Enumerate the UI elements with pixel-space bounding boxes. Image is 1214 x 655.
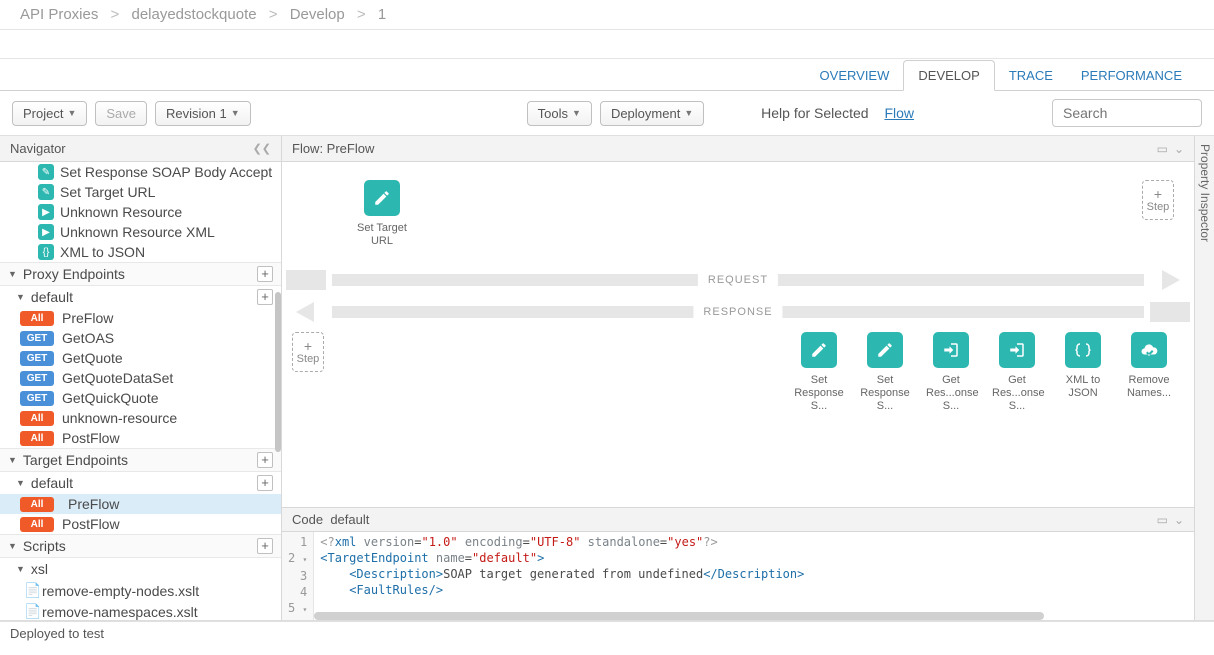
json-icon — [1065, 332, 1101, 368]
add-target-endpoint[interactable]: + — [257, 452, 273, 468]
code-text[interactable]: <?xml version="1.0" encoding="UTF-8" sta… — [314, 532, 1194, 620]
flow-step[interactable]: Set Response S... — [860, 332, 910, 414]
tab-trace[interactable]: TRACE — [995, 61, 1067, 90]
proxy-endpoints-section[interactable]: ▼Proxy Endpoints+ — [0, 262, 281, 286]
arrow-right-icon — [1162, 270, 1180, 290]
policy-item[interactable]: ✎Set Response SOAP Body Accept — [0, 162, 281, 182]
flow-step[interactable]: XML to JSON — [1058, 332, 1108, 414]
policy-item[interactable]: ▶Unknown Resource XML — [0, 222, 281, 242]
flow-step[interactable]: Get Res...onse S... — [926, 332, 976, 414]
breadcrumb-item[interactable]: delayedstockquote — [131, 6, 256, 23]
chevron-down-icon[interactable]: ⌄ — [1174, 142, 1184, 156]
add-script[interactable]: + — [257, 538, 273, 554]
flow-canvas: Flow: PreFlow ▭⌄ Set Target URL +Step RE… — [282, 136, 1194, 620]
layout-icon[interactable]: ▭ — [1157, 513, 1168, 527]
policy-icon: ▶ — [38, 224, 54, 240]
policy-icon: {} — [38, 244, 54, 260]
project-dropdown[interactable]: Project▼ — [12, 101, 87, 126]
breadcrumb-item[interactable]: API Proxies — [20, 6, 98, 23]
edit-icon — [867, 332, 903, 368]
policy-item[interactable]: ▶Unknown Resource — [0, 202, 281, 222]
status-bar: Deployed to test — [0, 621, 1214, 645]
breadcrumb-item[interactable]: Develop — [290, 6, 345, 23]
scripts-folder[interactable]: ▼xsl — [0, 558, 281, 580]
tab-overview[interactable]: OVERVIEW — [806, 61, 904, 90]
toolbar: Project▼ Save Revision 1▼ Tools▼ Deploym… — [0, 91, 1214, 136]
cloud-icon — [1131, 332, 1167, 368]
horizontal-scrollbar[interactable] — [314, 612, 1044, 620]
line-gutter: 12 ▾345 ▾ — [282, 532, 314, 620]
breadcrumb-item: 1 — [378, 6, 386, 23]
layout-icon[interactable]: ▭ — [1157, 142, 1168, 156]
deployment-dropdown[interactable]: Deployment▼ — [600, 101, 704, 126]
breadcrumb-sep: > — [357, 6, 366, 23]
tab-bar: OVERVIEW DEVELOP TRACE PERFORMANCE — [0, 59, 1214, 91]
tab-develop[interactable]: DEVELOP — [903, 60, 994, 91]
policy-item[interactable]: {}XML to JSON — [0, 242, 281, 262]
file-icon: 📄 — [24, 603, 36, 620]
arrow-left-icon — [296, 302, 314, 322]
chevron-down-icon[interactable]: ⌄ — [1174, 513, 1184, 527]
policy-item[interactable]: ✎Set Target URL — [0, 182, 281, 202]
flow-item[interactable]: AllPostFlow — [0, 514, 281, 534]
flow-item[interactable]: GETGetQuickQuote — [0, 388, 281, 408]
file-icon: 📄 — [24, 582, 36, 599]
navigator-panel: Navigator ❮❮ ✎Set Response SOAP Body Acc… — [0, 136, 282, 620]
add-step-request[interactable]: +Step — [1142, 180, 1174, 220]
flow-item-selected[interactable]: AllPreFlow — [0, 494, 281, 514]
edit-icon — [801, 332, 837, 368]
flow-step[interactable]: Remove Names... — [1124, 332, 1174, 414]
revision-dropdown[interactable]: Revision 1▼ — [155, 101, 251, 126]
save-button[interactable]: Save — [95, 101, 147, 126]
collapse-nav-icon[interactable]: ❮❮ — [253, 142, 271, 155]
flow-item[interactable]: GETGetOAS — [0, 328, 281, 348]
property-inspector[interactable]: Property Inspector — [1194, 136, 1214, 620]
navigator-header: Navigator ❮❮ — [0, 136, 281, 162]
add-step-response[interactable]: +Step — [292, 332, 324, 372]
help-text: Help for Selected Flow — [761, 105, 914, 121]
flow-item[interactable]: GETGetQuote — [0, 348, 281, 368]
response-bar: RESPONSE — [332, 306, 1144, 318]
target-endpoints-section[interactable]: ▼Target Endpoints+ — [0, 448, 281, 472]
add-flow[interactable]: + — [257, 475, 273, 491]
breadcrumb-sep: > — [269, 6, 278, 23]
arrow-icon — [933, 332, 969, 368]
policy-icon: ✎ — [38, 184, 54, 200]
arrow-icon — [999, 332, 1035, 368]
tab-performance[interactable]: PERFORMANCE — [1067, 61, 1196, 90]
flow-item[interactable]: GETGetQuoteDataSet — [0, 368, 281, 388]
script-file[interactable]: 📄remove-namespaces.xslt — [0, 601, 281, 620]
flow-item[interactable]: AllPostFlow — [0, 428, 281, 448]
breadcrumb: API Proxies > delayedstockquote > Develo… — [0, 0, 1214, 30]
scrollbar[interactable] — [275, 292, 281, 452]
flow-step[interactable]: Set Target URL — [357, 180, 407, 248]
flow-header: Flow: PreFlow ▭⌄ — [282, 136, 1194, 162]
target-default[interactable]: ▼default+ — [0, 472, 281, 494]
add-flow[interactable]: + — [257, 289, 273, 305]
flow-item[interactable]: Allunknown-resource — [0, 408, 281, 428]
search-input[interactable] — [1052, 99, 1202, 127]
flow-step[interactable]: Get Res...onse S... — [992, 332, 1042, 414]
proxy-default[interactable]: ▼default+ — [0, 286, 281, 308]
request-bar: REQUEST — [332, 274, 1144, 286]
help-link[interactable]: Flow — [884, 105, 914, 121]
code-header: Code default ▭⌄ — [282, 507, 1194, 532]
policy-icon: ▶ — [38, 204, 54, 220]
add-proxy-endpoint[interactable]: + — [257, 266, 273, 282]
edit-icon — [364, 180, 400, 216]
policy-icon: ✎ — [38, 164, 54, 180]
bar-end — [1150, 302, 1190, 322]
flow-item[interactable]: AllPreFlow — [0, 308, 281, 328]
scripts-section[interactable]: ▼Scripts+ — [0, 534, 281, 558]
bar-start — [286, 270, 326, 290]
breadcrumb-sep: > — [111, 6, 120, 23]
tools-dropdown[interactable]: Tools▼ — [527, 101, 592, 126]
flow-step[interactable]: Set Response S... — [794, 332, 844, 414]
script-file[interactable]: 📄remove-empty-nodes.xslt — [0, 580, 281, 601]
code-editor[interactable]: 12 ▾345 ▾ <?xml version="1.0" encoding="… — [282, 532, 1194, 620]
